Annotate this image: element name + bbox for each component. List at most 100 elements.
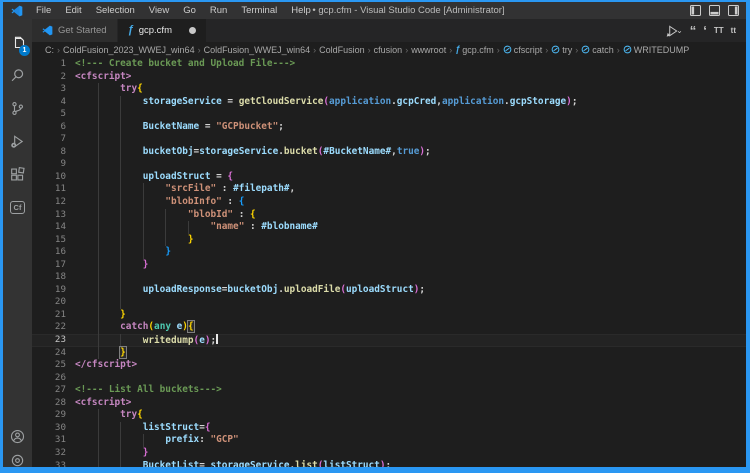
menu-view[interactable]: View xyxy=(142,2,176,19)
breadcrumb-item-coldfusion-2023-wwej-win64[interactable]: ColdFusion_2023_WWEJ_win64 xyxy=(63,45,195,55)
line-number[interactable]: 3 xyxy=(32,83,66,96)
toggle-sidebar-icon[interactable] xyxy=(690,5,701,16)
modified-dot-icon[interactable] xyxy=(189,27,196,34)
code-line-28[interactable]: 28<cfscript> xyxy=(32,397,746,410)
line-number[interactable]: 6 xyxy=(32,121,66,134)
line-number[interactable]: 7 xyxy=(32,133,66,146)
code-line-4[interactable]: 4 storageService = getCloudService(appli… xyxy=(32,96,746,109)
toggle-panel-icon[interactable] xyxy=(709,5,720,16)
run-and-debug-icon[interactable] xyxy=(3,125,32,158)
line-number[interactable]: 5 xyxy=(32,108,66,121)
line-number[interactable]: 9 xyxy=(32,158,66,171)
menu-help[interactable]: Help xyxy=(284,2,318,19)
code-line-16[interactable]: 16 } xyxy=(32,246,746,259)
breadcrumb-item-writedump[interactable]: WRITEDUMP xyxy=(623,45,690,55)
menu-file[interactable]: File xyxy=(29,2,58,19)
line-number[interactable]: 16 xyxy=(32,246,66,259)
explorer-icon[interactable]: 1 xyxy=(3,26,32,59)
code-line-20[interactable]: 20 xyxy=(32,296,746,309)
code-editor[interactable]: 1<!--- Create bucket and Upload File--->… xyxy=(32,57,746,467)
code-line-10[interactable]: 10 uploadStruct = { xyxy=(32,171,746,184)
code-line-30[interactable]: 30 listStruct={ xyxy=(32,422,746,435)
line-number[interactable]: 19 xyxy=(32,284,66,297)
line-number[interactable]: 28 xyxy=(32,397,66,410)
code-line-21[interactable]: 21 } xyxy=(32,309,746,322)
code-line-26[interactable]: 26 xyxy=(32,372,746,385)
line-number[interactable]: 13 xyxy=(32,209,66,222)
line-number[interactable]: 8 xyxy=(32,146,66,159)
code-line-8[interactable]: 8 bucketObj=storageService.bucket(#Bucke… xyxy=(32,146,746,159)
coldfusion-extension-icon[interactable]: Cf xyxy=(3,191,32,224)
code-line-29[interactable]: 29 try{ xyxy=(32,409,746,422)
run-code-icon[interactable]: ⌄ xyxy=(666,25,683,37)
line-number[interactable]: 26 xyxy=(32,372,66,385)
code-line-27[interactable]: 27<!--- List All buckets---> xyxy=(32,384,746,397)
code-line-24[interactable]: 24 } xyxy=(32,347,746,360)
lowercase-tt-icon[interactable]: tt xyxy=(731,26,736,35)
line-number[interactable]: 32 xyxy=(32,447,66,460)
breadcrumb-item-gcp-cfm[interactable]: ƒgcp.cfm xyxy=(455,45,494,55)
source-control-icon[interactable] xyxy=(3,92,32,125)
code-line-2[interactable]: 2<cfscript> xyxy=(32,71,746,84)
code-line-18[interactable]: 18 xyxy=(32,271,746,284)
uppercase-tt-icon[interactable]: TT xyxy=(714,26,724,35)
line-number[interactable]: 25 xyxy=(32,359,66,372)
line-number[interactable]: 29 xyxy=(32,409,66,422)
code-line-3[interactable]: 3 try{ xyxy=(32,83,746,96)
code-line-5[interactable]: 5 xyxy=(32,108,746,121)
breadcrumb-item-cfscript[interactable]: cfscript xyxy=(503,45,543,55)
breadcrumb-item-c-[interactable]: C: xyxy=(45,45,54,55)
code-line-9[interactable]: 9 xyxy=(32,158,746,171)
search-icon[interactable] xyxy=(3,59,32,92)
code-line-23[interactable]: 23 writedump(e); xyxy=(32,334,746,347)
single-quote-icon[interactable]: ‘ xyxy=(703,26,707,36)
account-icon[interactable] xyxy=(3,420,32,453)
extensions-icon[interactable] xyxy=(3,158,32,191)
code-line-12[interactable]: 12 "blobInfo" : { xyxy=(32,196,746,209)
line-number[interactable]: 22 xyxy=(32,321,66,334)
code-line-7[interactable]: 7 xyxy=(32,133,746,146)
code-line-32[interactable]: 32 } xyxy=(32,447,746,460)
tab-gcp-cfm[interactable]: ƒ gcp.cfm xyxy=(118,19,206,42)
code-line-14[interactable]: 14 "name" : #blobname# xyxy=(32,221,746,234)
line-number[interactable]: 4 xyxy=(32,96,66,109)
code-line-6[interactable]: 6 BucketName = "GCPbucket"; xyxy=(32,121,746,134)
line-number[interactable]: 17 xyxy=(32,259,66,272)
code-line-33[interactable]: 33 BucketList= storageService.list(listS… xyxy=(32,460,746,468)
menu-run[interactable]: Run xyxy=(203,2,234,19)
line-number[interactable]: 2 xyxy=(32,71,66,84)
breadcrumb-item-cfusion[interactable]: cfusion xyxy=(374,45,403,55)
line-number[interactable]: 33 xyxy=(32,460,66,468)
line-number[interactable]: 30 xyxy=(32,422,66,435)
code-line-25[interactable]: 25</cfscript> xyxy=(32,359,746,372)
code-line-31[interactable]: 31 prefix: "GCP" xyxy=(32,434,746,447)
breadcrumb-item-catch[interactable]: catch xyxy=(581,45,614,55)
breadcrumb-item-coldfusion[interactable]: ColdFusion xyxy=(319,45,365,55)
line-number[interactable]: 31 xyxy=(32,434,66,447)
line-number[interactable]: 1 xyxy=(32,58,66,71)
line-number[interactable]: 21 xyxy=(32,309,66,322)
line-number[interactable]: 12 xyxy=(32,196,66,209)
double-quote-icon[interactable]: “ xyxy=(690,26,697,36)
menu-edit[interactable]: Edit xyxy=(58,2,88,19)
menu-terminal[interactable]: Terminal xyxy=(234,2,284,19)
breadcrumb-item-try[interactable]: try xyxy=(551,45,572,55)
breadcrumb-item-wwwroot[interactable]: wwwroot xyxy=(411,45,446,55)
code-line-13[interactable]: 13 "blobId" : { xyxy=(32,209,746,222)
line-number[interactable]: 15 xyxy=(32,234,66,247)
code-line-17[interactable]: 17 } xyxy=(32,259,746,272)
code-line-19[interactable]: 19 uploadResponse=bucketObj.uploadFile(u… xyxy=(32,284,746,297)
settings-gear-icon[interactable] xyxy=(3,453,32,467)
line-number[interactable]: 23 xyxy=(32,334,66,347)
toggle-secondary-sidebar-icon[interactable] xyxy=(728,5,739,16)
code-line-22[interactable]: 22 catch(any e){ xyxy=(32,321,746,334)
line-number[interactable]: 18 xyxy=(32,271,66,284)
code-line-1[interactable]: 1<!--- Create bucket and Upload File---> xyxy=(32,58,746,71)
breadcrumb-item-coldfusion-wwej-win64[interactable]: ColdFusion_WWEJ_win64 xyxy=(204,45,311,55)
line-number[interactable]: 11 xyxy=(32,183,66,196)
line-number[interactable]: 10 xyxy=(32,171,66,184)
line-number[interactable]: 20 xyxy=(32,296,66,309)
line-number[interactable]: 24 xyxy=(32,347,66,360)
menu-go[interactable]: Go xyxy=(176,2,203,19)
code-line-11[interactable]: 11 "srcFile" : #filepath#, xyxy=(32,183,746,196)
